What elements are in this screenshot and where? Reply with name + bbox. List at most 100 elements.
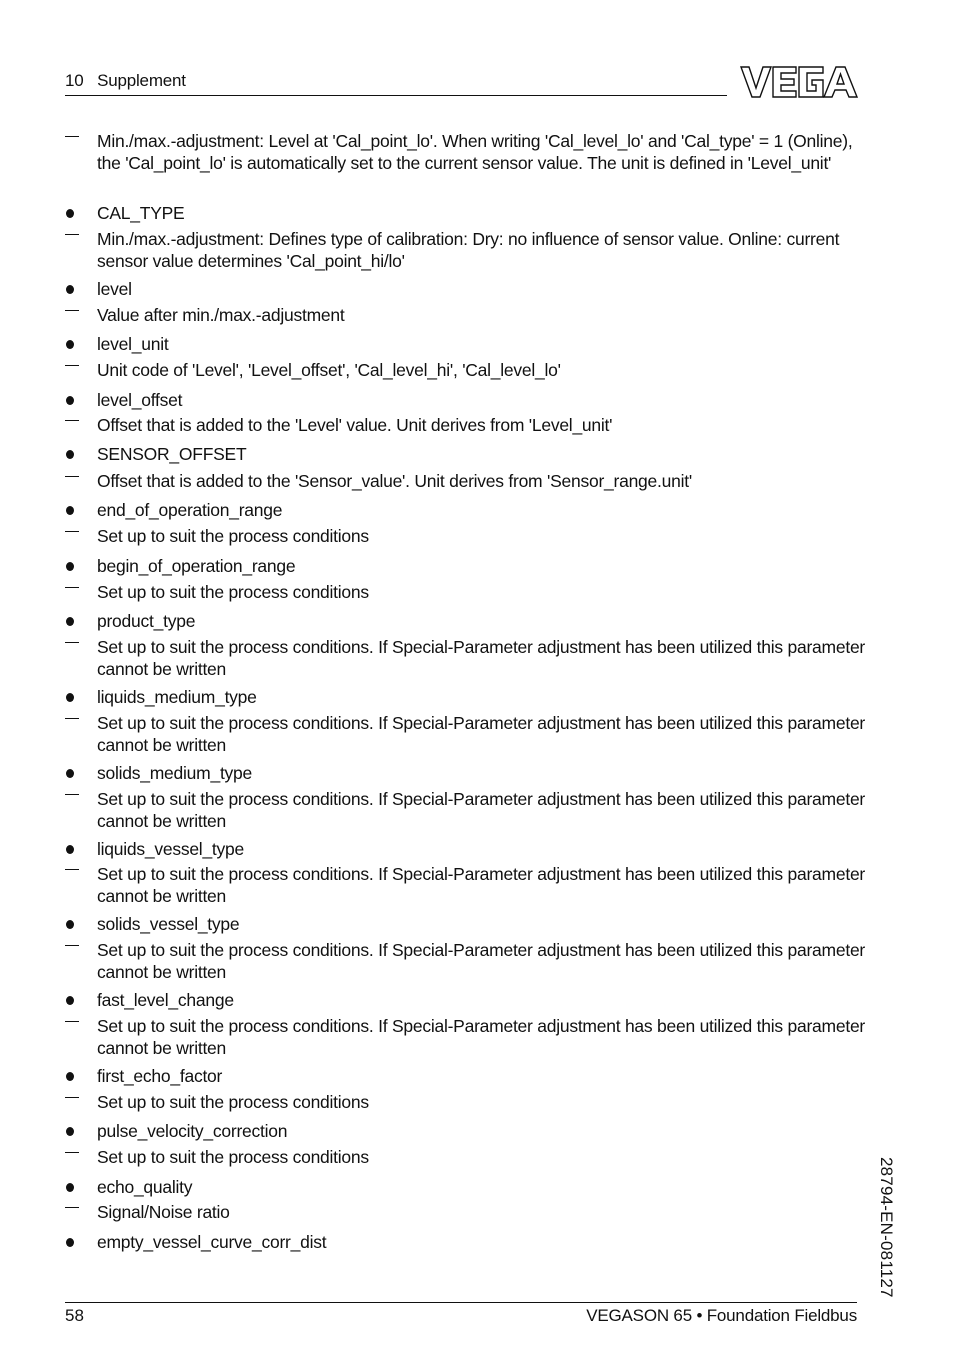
parameter-description-item: Offset that is added to the 'Sensor_valu… [65, 470, 867, 492]
parameter-name: end_of_operation_range [97, 500, 283, 520]
bullet-icon [65, 499, 79, 521]
page-number: 58 [65, 1306, 84, 1325]
parameter-description: Set up to suit the process conditions [97, 526, 369, 546]
product-name: VEGASON 65 • Foundation Fieldbus [586, 1306, 857, 1325]
parameter-description-item: Value after min./max.-adjustment [65, 304, 867, 326]
dash-icon [65, 1201, 79, 1223]
parameter-description: Min./max.-adjustment: Defines type of ca… [97, 229, 840, 271]
parameter-description: Min./max.-adjustment: Level at 'Cal_poin… [97, 131, 853, 173]
parameter-name-item: empty_vessel_curve_corr_dist [66, 1231, 867, 1253]
parameter-description-item: Set up to suit the process conditions [65, 581, 867, 603]
bullet-icon [65, 838, 79, 860]
parameter-name: begin_of_operation_range [97, 556, 296, 576]
parameter-description: Offset that is added to the 'Sensor_valu… [97, 471, 692, 491]
dash-icon [65, 636, 79, 658]
parameter-name: solids_vessel_type [97, 914, 240, 934]
dash-icon [65, 228, 79, 250]
parameter-name-item: SENSOR_OFFSET [66, 443, 867, 465]
parameter-description-item: Set up to suit the process conditions. I… [65, 1015, 867, 1059]
parameter-name-item: end_of_operation_range [66, 499, 867, 521]
parameter-description-item: Set up to suit the process conditions [65, 525, 867, 547]
parameter-name: fast_level_change [97, 990, 234, 1010]
parameter-name: liquids_medium_type [97, 687, 257, 707]
parameter-name-item: begin_of_operation_range [66, 555, 867, 577]
parameter-name: first_echo_factor [97, 1066, 223, 1086]
dash-icon [65, 581, 79, 603]
parameter-description: Set up to suit the process conditions. I… [97, 864, 866, 906]
parameter-description-item: Set up to suit the process conditions. I… [65, 788, 867, 832]
dash-icon [65, 470, 79, 492]
bullet-icon [65, 913, 79, 935]
dash-icon [65, 359, 79, 381]
dash-icon [65, 863, 79, 885]
parameter-description-item: Set up to suit the process conditions. I… [65, 863, 867, 907]
parameter-description: Value after min./max.-adjustment [97, 305, 345, 325]
parameter-name-item: level [66, 278, 867, 300]
bullet-icon [65, 1065, 79, 1087]
parameter-name-item: level_offset [66, 389, 867, 411]
parameter-description: Set up to suit the process conditions [97, 1092, 369, 1112]
parameter-name-item: solids_medium_type [66, 762, 867, 784]
parameter-name: solids_medium_type [97, 763, 253, 783]
parameter-name-item: liquids_medium_type [66, 686, 867, 708]
parameter-description: Set up to suit the process conditions. I… [97, 940, 866, 982]
parameter-name: level_unit [97, 334, 169, 354]
parameter-name: CAL_TYPE [97, 203, 185, 223]
dash-icon [65, 1146, 79, 1168]
parameter-description-item: Set up to suit the process conditions [65, 1146, 867, 1168]
dash-icon [65, 712, 79, 734]
dash-icon [65, 414, 79, 436]
bullet-icon [65, 333, 79, 355]
dash-icon [65, 1091, 79, 1113]
bullet-icon [65, 1120, 79, 1142]
parameter-description-item: Set up to suit the process conditions. I… [65, 712, 867, 756]
parameter-name-item: pulse_velocity_correction [66, 1120, 867, 1142]
parameter-name: product_type [97, 611, 196, 631]
parameter-name-item: solids_vessel_type [66, 913, 867, 935]
bullet-icon [65, 202, 79, 224]
parameter-name-item: first_echo_factor [66, 1065, 867, 1087]
footer-rule [65, 1302, 857, 1303]
parameter-description: Set up to suit the process conditions. I… [97, 713, 866, 755]
header-rule [65, 95, 727, 96]
parameter-name-item: echo_quality [66, 1176, 867, 1198]
parameter-description: Set up to suit the process conditions. I… [97, 637, 866, 679]
parameter-name: liquids_vessel_type [97, 839, 245, 859]
bullet-icon [65, 555, 79, 577]
parameter-name: echo_quality [97, 1177, 193, 1197]
parameter-name-item: CAL_TYPE [66, 202, 867, 224]
dash-icon [65, 1015, 79, 1037]
parameter-description-item: Offset that is added to the 'Level' valu… [65, 414, 867, 436]
parameter-description-item: Set up to suit the process conditions [65, 1091, 867, 1113]
parameter-name: level [97, 279, 132, 299]
bullet-icon [65, 278, 79, 300]
bullet-icon [65, 443, 79, 465]
bullet-icon [65, 762, 79, 784]
parameter-description-item: Set up to suit the process conditions. I… [65, 939, 867, 983]
document-code: 28794-EN-081127 [877, 1157, 896, 1298]
parameter-description: Offset that is added to the 'Level' valu… [97, 415, 613, 435]
parameter-description: Set up to suit the process conditions. I… [97, 1016, 866, 1058]
dash-icon [65, 939, 79, 961]
parameter-name-item: liquids_vessel_type [66, 838, 867, 860]
parameter-name: empty_vessel_curve_corr_dist [97, 1232, 327, 1252]
section-title: 10 Supplement [65, 71, 186, 90]
parameter-description-item: Set up to suit the process conditions. I… [65, 636, 867, 680]
bullet-icon [65, 989, 79, 1011]
parameter-description-item: Min./max.-adjustment: Defines type of ca… [65, 228, 867, 272]
dash-icon [65, 788, 79, 810]
parameter-description: Set up to suit the process conditions. I… [97, 789, 866, 831]
parameter-description: Signal/Noise ratio [97, 1202, 230, 1222]
dash-icon [65, 525, 79, 547]
parameter-description-item: Unit code of 'Level', 'Level_offset', 'C… [65, 359, 867, 381]
vega-logo-icon [740, 66, 858, 98]
parameter-name: level_offset [97, 390, 183, 410]
bullet-icon [65, 610, 79, 632]
parameter-name-item: fast_level_change [66, 989, 867, 1011]
dash-icon [65, 130, 79, 152]
parameter-description: Unit code of 'Level', 'Level_offset', 'C… [97, 360, 561, 380]
dash-icon [65, 304, 79, 326]
parameter-name: pulse_velocity_correction [97, 1121, 288, 1141]
parameter-description: Set up to suit the process conditions [97, 1147, 369, 1167]
bullet-icon [65, 1231, 79, 1253]
